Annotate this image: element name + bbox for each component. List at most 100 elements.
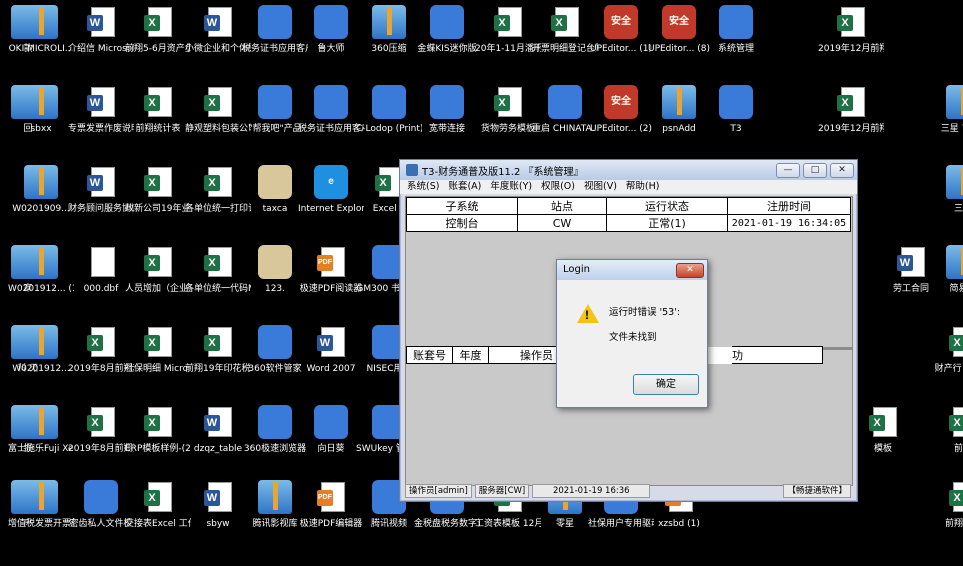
folder-icon (24, 5, 58, 39)
minimize-button[interactable]: — (776, 162, 800, 178)
table-row[interactable]: 控制台 CW 正常(1) 2021-01-19 16:34:05 (406, 214, 851, 232)
menu-view[interactable]: 视图(V) (584, 180, 617, 194)
desktop-icon[interactable]: 安全 UPEditor... (1) (588, 5, 654, 55)
word-file-icon: W (84, 5, 118, 39)
desktop-icon[interactable]: 宽带连接 (414, 85, 480, 135)
desktop-icon-label: 前翔统计表 (135, 124, 181, 134)
desktop-icon[interactable]: X 政新公司19年业务量表 (125, 165, 191, 215)
desktop-icon-label: 前翔资产 (944, 519, 963, 529)
desktop-icon[interactable]: 鲁大师 (298, 5, 364, 55)
desktop-icon-label: 鲁大师 (317, 44, 345, 54)
word-file-icon: W (201, 405, 235, 439)
close-button[interactable]: ✕ (830, 162, 854, 178)
desktop-icon[interactable]: sbxx (8, 85, 74, 135)
excel-file-icon: X (866, 405, 900, 439)
dialog-title-bar[interactable]: Login ✕ (557, 260, 707, 280)
desktop-icon-label: 模板 (873, 444, 892, 454)
shield-app-icon: 安全 (662, 5, 696, 39)
desktop-icon-label: 增值税发票开票软件（税... (8, 519, 74, 529)
title-bar[interactable]: T3-财务通普及版11.2 『系统管理』 — □ ✕ (400, 160, 857, 180)
status-bar: 操作员[admin] 服务器[CW] 2021-01-19 16:36 【畅捷通… (405, 484, 851, 498)
shield-app-icon: 安全 (604, 5, 638, 39)
desktop-icon[interactable]: X 前翔统计表 (125, 85, 191, 135)
menu-system[interactable]: 系统(S) (407, 180, 439, 194)
app-app-icon (314, 85, 348, 119)
desktop-icon[interactable]: 系统管理 (703, 5, 769, 55)
ok-button[interactable]: 确定 (633, 374, 699, 395)
desktop-icon[interactable]: e Internet Explorer (298, 165, 364, 215)
desktop-icon[interactable]: X ERP模板样例-(206-1)50... (125, 405, 191, 455)
desktop-icon[interactable]: X 前翔 (930, 405, 963, 455)
menu-year-account[interactable]: 年度账(Y) (490, 180, 532, 194)
desktop-icon[interactable]: 富士施乐Fuji Xerox Do... (8, 405, 74, 455)
excel-file-icon: X (946, 405, 963, 439)
pdf-file-icon: PDF (314, 480, 348, 514)
desktop-icon[interactable]: 增值税发票开票软件（税... (8, 480, 74, 530)
desktop-icon-label: 社保明细 Microsoft ... (125, 364, 191, 374)
desktop-icon-label: 三星 7-9月 (940, 124, 963, 134)
folder-icon (946, 245, 963, 279)
desktop-icon-label: 360压缩 (371, 44, 407, 54)
desktop-icon[interactable]: X 社保明细 Microsoft ... (125, 325, 191, 375)
desktop-icon[interactable]: X 前翔5-6月资产负债表 (125, 5, 191, 55)
app-app-icon (314, 5, 348, 39)
excel-file-icon: X (201, 325, 235, 359)
desktop-icon-label: 富士施乐Fuji Xerox Do... (8, 444, 74, 454)
desktop-icon-label: Word 2007 (306, 364, 356, 374)
shield-app-icon: 安全 (604, 85, 638, 119)
folder-icon (946, 165, 963, 199)
desktop-icon-label: UPEditor... (1) (589, 44, 652, 54)
cell-subsystem: 控制台 (406, 214, 518, 232)
excel-file-icon: X (84, 325, 118, 359)
excel-file-icon: X (946, 325, 963, 359)
desktop-icon[interactable]: W0201909... (8, 165, 74, 215)
desktop-icon-label: 宽带连接 (428, 124, 465, 134)
excel-file-icon: X (491, 5, 525, 39)
menu-help[interactable]: 帮助(H) (626, 180, 660, 194)
excel-file-icon: X (141, 480, 175, 514)
desktop-icon[interactable]: 简易录 (930, 245, 963, 295)
desktop-icon[interactable]: X 2019年12月前翔资产负... (818, 85, 884, 135)
desktop-icon[interactable]: X 财产行 并纳税 (930, 325, 963, 375)
desktop-icon[interactable]: 税务证书应用客户端V1.0... (298, 85, 364, 135)
menu-account[interactable]: 账套(A) (448, 180, 481, 194)
desktop-icon[interactable]: 三星 (930, 165, 963, 215)
desktop-icon[interactable]: PDF 极速PDF编辑器 (298, 480, 364, 530)
desktop-icon[interactable]: 金蝶KIS迷你版 (414, 5, 480, 55)
folder-icon (24, 405, 58, 439)
desktop-icon[interactable]: W0201912... (1) (8, 245, 74, 295)
maximize-button[interactable]: □ (803, 162, 827, 178)
app-app-icon (372, 85, 406, 119)
desktop-icon[interactable]: T3 (703, 85, 769, 135)
folder-icon (24, 85, 58, 119)
desktop-icon[interactable]: W0201912... (8, 325, 74, 375)
error-message-text: 文件未找到 (609, 332, 657, 343)
menu-bar: 系统(S) 账套(A) 年度账(Y) 权限(O) 视图(V) 帮助(H) (400, 180, 857, 194)
desktop-icon[interactable]: C-Lodop (Print) (356, 85, 422, 135)
cell-site: CW (517, 214, 607, 232)
menu-permission[interactable]: 权限(O) (541, 180, 575, 194)
dialog-close-button[interactable]: ✕ (676, 263, 704, 278)
desktop-icon[interactable]: 安全 UPEditor... (2) (588, 85, 654, 135)
desktop-icon-label: xzsbd (1) (658, 519, 700, 529)
desktop-icon[interactable]: X 模板 (850, 405, 916, 455)
desktop-icon[interactable]: 360压缩 (356, 5, 422, 55)
desktop-icon[interactable]: X 人员增加（企业） (125, 245, 191, 295)
login-error-dialog[interactable]: Login ✕ 运行时错误 '53': 文件未找到 确定 (556, 259, 708, 408)
desktop-icon[interactable]: W Word 2007 (298, 325, 364, 375)
dialog-title: Login (563, 264, 590, 275)
desktop-icon[interactable]: 向日葵 (298, 405, 364, 455)
col-subsystem: 子系统 (406, 197, 518, 215)
desktop-icon[interactable]: X 交接表Excel 工作表4.20 (125, 480, 191, 530)
excel-file-icon: X (491, 85, 525, 119)
desktop-icon-label: 金税盘税务数字证书管理... (414, 519, 480, 529)
desktop-icon[interactable]: X 2019年12月前翔利润... (818, 5, 884, 55)
status-vendor: 【畅捷通软件】 (783, 484, 851, 498)
cell-status: 正常(1) (606, 214, 728, 232)
app-app-icon (430, 85, 464, 119)
desktop-icon[interactable]: 三星 7-9月 (930, 85, 963, 135)
col-function: 功 (731, 346, 823, 364)
desktop-icon[interactable]: X 前翔资产 (930, 480, 963, 530)
desktop-icon[interactable]: OKI MICROLI... (8, 5, 74, 55)
desktop-icon[interactable]: PDF 极速PDF阅读器 (298, 245, 364, 295)
